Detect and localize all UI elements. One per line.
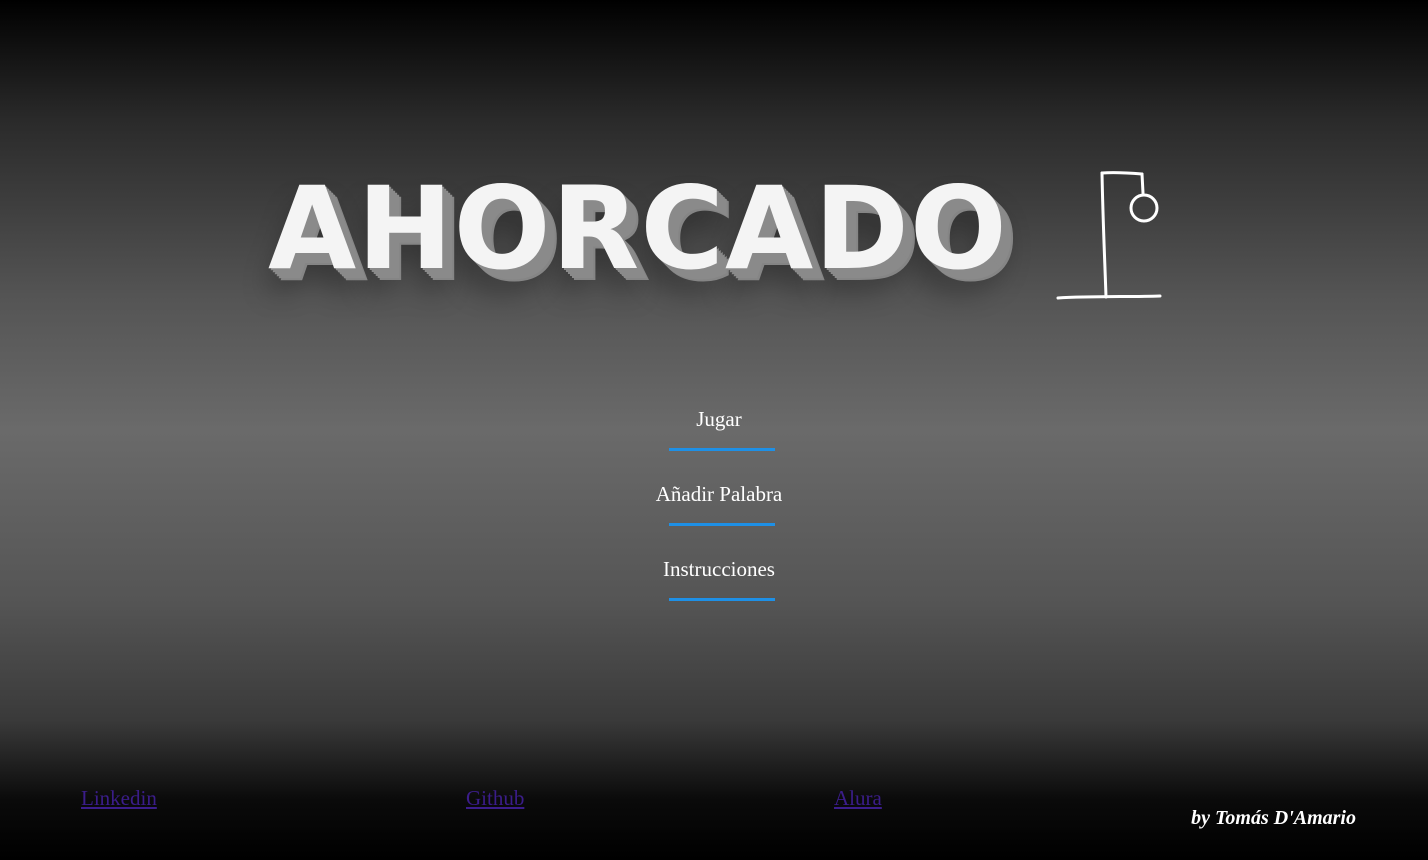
instructions-button[interactable]: Instrucciones <box>619 555 819 601</box>
add-word-button[interactable]: Añadir Palabra <box>619 480 819 526</box>
alura-link[interactable]: Alura <box>834 786 882 810</box>
author-credit: by Tomás D'Amario <box>1191 807 1356 829</box>
gallows-icon <box>1056 171 1162 300</box>
instructions-button-underline <box>669 598 775 601</box>
linkedin-link[interactable]: Linkedin <box>81 786 157 810</box>
play-button-label: Jugar <box>696 407 742 431</box>
game-title: AHORCADO <box>268 162 1008 295</box>
play-button-underline <box>669 448 775 451</box>
play-button[interactable]: Jugar <box>619 405 819 451</box>
add-word-button-underline <box>669 523 775 526</box>
github-link[interactable]: Github <box>466 786 524 810</box>
add-word-button-label: Añadir Palabra <box>655 482 783 506</box>
instructions-button-label: Instrucciones <box>663 557 775 581</box>
